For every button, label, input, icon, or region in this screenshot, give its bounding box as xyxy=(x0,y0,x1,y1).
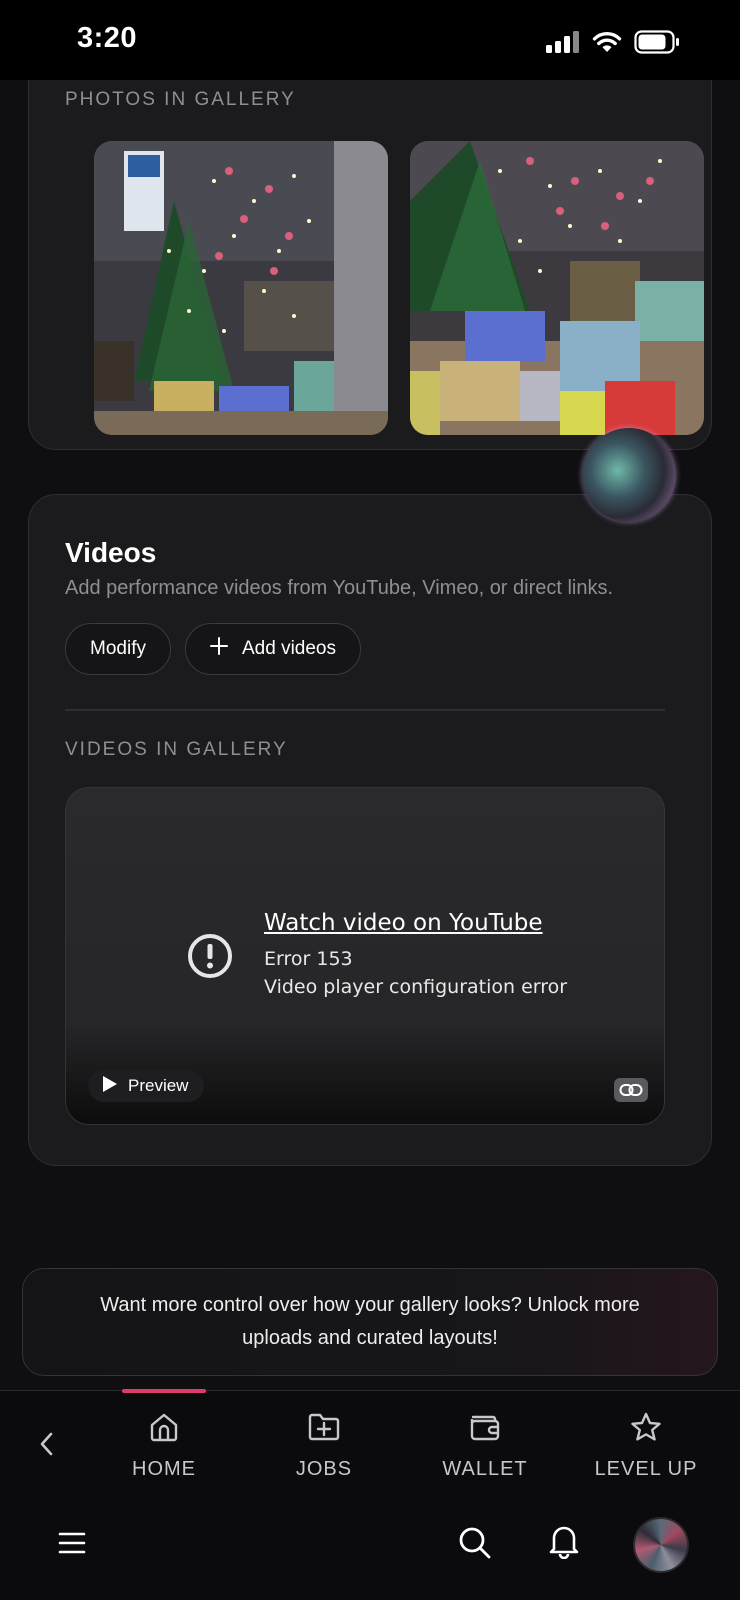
tab-level-up-label: LEVEL UP xyxy=(594,1458,698,1480)
divider xyxy=(65,709,665,711)
status-icons xyxy=(546,30,680,59)
wifi-icon xyxy=(592,31,622,58)
gallery-photo[interactable] xyxy=(94,141,388,435)
signal-icon xyxy=(546,31,580,58)
error-message: Video player configuration error xyxy=(264,976,568,998)
modify-label: Modify xyxy=(90,638,146,659)
bottom-tab-bar: HOME JOBS WALLET LEVEL UP xyxy=(0,1389,740,1600)
siri-orb-icon[interactable] xyxy=(582,428,676,522)
link-icon[interactable] xyxy=(614,1078,648,1102)
home-icon xyxy=(148,1411,180,1448)
tab-home-label: HOME xyxy=(132,1458,196,1480)
tab-level-up[interactable]: LEVEL UP xyxy=(576,1411,716,1481)
search-icon[interactable] xyxy=(458,1525,492,1566)
watch-on-youtube-link[interactable]: Watch video on YouTube xyxy=(264,910,543,936)
videos-gallery-label: VIDEOS IN GALLERY xyxy=(65,739,288,760)
add-videos-button[interactable]: Add videos xyxy=(185,623,361,675)
avatar[interactable] xyxy=(633,1517,689,1573)
play-icon xyxy=(102,1075,118,1098)
tab-jobs-label: JOBS xyxy=(295,1458,353,1480)
status-time: 3:20 xyxy=(77,22,138,54)
promo-text: Want more control over how your gallery … xyxy=(100,1294,640,1349)
gallery-photo[interactable] xyxy=(410,141,704,435)
videos-description: Add performance videos from YouTube, Vim… xyxy=(65,577,614,599)
hamburger-menu-icon[interactable] xyxy=(58,1531,86,1560)
photos-gallery-label: PHOTOS IN GALLERY xyxy=(65,89,296,110)
bell-icon[interactable] xyxy=(548,1523,580,1564)
videos-title: Videos xyxy=(65,537,157,568)
preview-button[interactable]: Preview xyxy=(88,1070,205,1102)
error-code: Error 153 xyxy=(264,948,353,970)
active-tab-indicator xyxy=(122,1389,206,1393)
tab-home[interactable]: HOME xyxy=(94,1411,234,1481)
modify-button[interactable]: Modify xyxy=(65,623,171,675)
battery-icon xyxy=(634,30,680,59)
chevron-left-icon[interactable] xyxy=(38,1431,56,1462)
tab-wallet-label: WALLET xyxy=(442,1458,528,1480)
tab-wallet[interactable]: WALLET xyxy=(415,1411,555,1481)
folder-plus-icon xyxy=(307,1411,341,1448)
video-player[interactable]: Watch video on YouTube Error 153 Video p… xyxy=(65,787,665,1125)
star-icon xyxy=(629,1411,663,1448)
upgrade-promo-card[interactable]: Want more control over how your gallery … xyxy=(22,1268,718,1376)
plus-icon xyxy=(209,637,228,661)
tab-jobs[interactable]: JOBS xyxy=(254,1411,394,1481)
preview-label: Preview xyxy=(128,1076,189,1095)
status-bar: 3:20 xyxy=(0,0,740,80)
error-icon xyxy=(186,932,234,985)
wallet-icon xyxy=(468,1411,502,1448)
videos-card: Videos Add performance videos from YouTu… xyxy=(28,494,712,1166)
scroll-area[interactable]: PHOTOS IN GALLERY Videos Add performance… xyxy=(0,80,740,1390)
photos-card: PHOTOS IN GALLERY xyxy=(28,80,712,450)
add-videos-label: Add videos xyxy=(241,638,336,659)
